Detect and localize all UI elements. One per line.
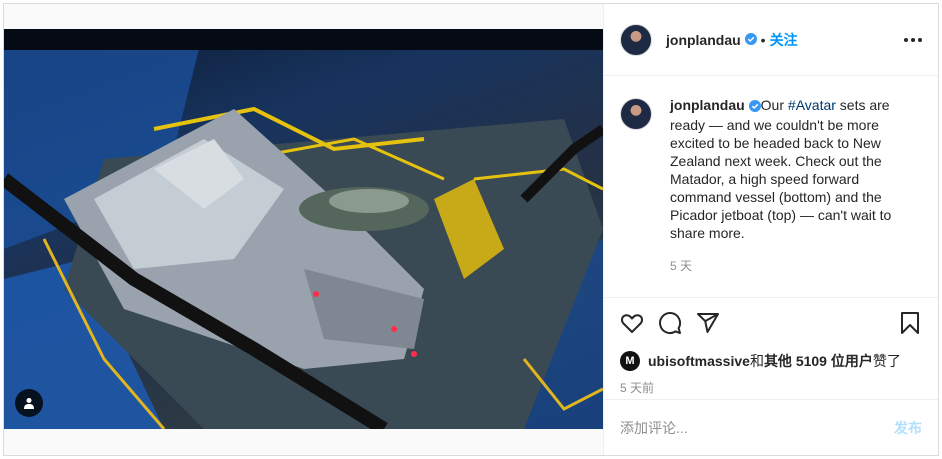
post-header: jonplandau • 关注 (604, 4, 938, 76)
caption-text-after: sets are ready — and we couldn't be more… (670, 97, 892, 241)
caption-row: jonplandau Our #Avatar sets are ready — a… (620, 96, 922, 242)
post-comment-button[interactable]: 发布 (894, 418, 922, 438)
likes-suffix: 赞了 (872, 353, 901, 369)
likes-and-text: 和 (749, 353, 764, 369)
caption-text: jonplandau Our #Avatar sets are ready — a… (670, 96, 894, 242)
post-media[interactable] (4, 4, 603, 455)
comment-icon[interactable] (658, 311, 682, 335)
film-set-photo (4, 29, 603, 429)
comment-input[interactable] (620, 419, 894, 436)
author-username[interactable]: jonplandau (666, 32, 741, 48)
liker-username[interactable]: ubisoftmassive (648, 353, 750, 369)
post-date[interactable]: 5 天前 (604, 375, 938, 399)
separator-dot: • (760, 31, 766, 48)
likes-summary: M ubisoftmassive 和 其他 5109 位用户 赞了 (604, 347, 938, 375)
post-card: jonplandau • 关注 jonplandau Our #Avatar se… (3, 3, 939, 456)
heart-icon[interactable] (620, 311, 644, 335)
comment-box: 发布 (604, 399, 938, 455)
share-icon[interactable] (696, 311, 720, 335)
caption-text-before: Our (760, 97, 788, 113)
caption-time[interactable]: 5 天 (670, 257, 922, 274)
post-sidebar: jonplandau • 关注 jonplandau Our #Avatar se… (603, 4, 938, 455)
verified-badge-icon (748, 98, 761, 116)
liker-avatar[interactable]: M (620, 351, 640, 371)
author-avatar[interactable] (620, 23, 652, 56)
post-photo[interactable] (4, 29, 603, 429)
caption-avatar[interactable] (620, 98, 652, 130)
user-tag-icon[interactable] (15, 389, 43, 417)
hashtag-link[interactable]: #Avatar (788, 97, 836, 113)
caption-username[interactable]: jonplandau (670, 97, 745, 113)
follow-button[interactable]: 关注 (770, 30, 798, 50)
more-options-icon[interactable] (904, 37, 922, 42)
likes-others-link[interactable]: 其他 5109 位用户 (764, 351, 873, 371)
verified-badge-icon (744, 32, 757, 48)
comments-section: jonplandau Our #Avatar sets are ready — a… (604, 76, 938, 297)
bookmark-icon[interactable] (898, 311, 922, 335)
action-bar (604, 297, 938, 347)
